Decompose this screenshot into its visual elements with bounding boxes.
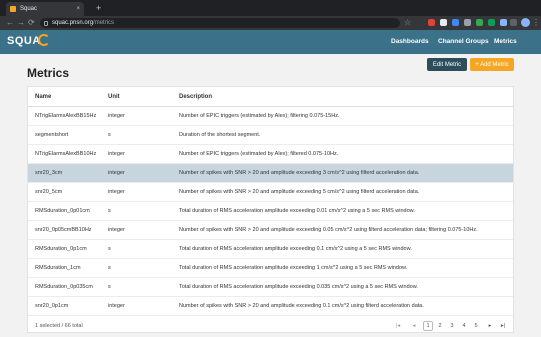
metric-name-cell: RMSduration_0p1cm	[35, 246, 87, 252]
metric-unit-cell: integer	[108, 227, 125, 233]
metric-name-cell: NTrigElarmsAlexBB15Hz	[35, 113, 97, 119]
extension-icon[interactable]	[476, 19, 483, 26]
metric-description-cell: Number of spikes with SNR > 20 and ampli…	[179, 170, 420, 176]
table-row[interactable]: snr20_5cm integer Number of spikes with SN…	[28, 183, 513, 202]
page-button[interactable]: 4	[459, 321, 469, 331]
extension-icon[interactable]	[428, 19, 435, 26]
page-button[interactable]: 2	[435, 321, 445, 331]
browser-tab[interactable]: Squac ×	[6, 2, 84, 16]
metric-name-cell: RMSduration_0p01cm	[35, 208, 90, 214]
metric-description-cell: Total duration of RMS acceleration ampli…	[179, 208, 415, 214]
address-bar: ← → ⟳ squac.pnsn.org /metrics ☆ ⋮	[0, 16, 541, 30]
profile-avatar[interactable]	[521, 18, 530, 27]
column-header-description[interactable]: Description	[179, 94, 212, 100]
tab-title: Squac	[20, 6, 38, 12]
table-row[interactable]: snr20_0p05cmBB10Hz integer Number of spike…	[28, 221, 513, 240]
next-page-icon[interactable]: ▸	[485, 321, 495, 331]
column-header-name[interactable]: Name	[35, 94, 51, 100]
metric-description-cell: Number of spikes with SNR > 20 and ampli…	[179, 189, 420, 195]
extension-icon[interactable]	[452, 19, 459, 26]
lock-icon	[44, 20, 48, 26]
metric-unit-cell: s	[108, 246, 111, 252]
metric-description-cell: Number of EPIC triggers (estimated by Al…	[179, 151, 339, 157]
metric-description-cell: Total duration of RMS acceleration ampli…	[179, 246, 412, 252]
close-tab-icon[interactable]: ×	[76, 6, 80, 12]
table-row[interactable]: RMSduration_0p01cm s Total duration of RMS…	[28, 202, 513, 221]
metrics-table: Name Unit Description NTrigElarmsAlexBB1…	[27, 86, 514, 333]
metric-name-cell: RMSduration_1cm	[35, 265, 81, 271]
extension-icon[interactable]	[510, 19, 517, 26]
prev-page-icon[interactable]: ◂	[409, 321, 419, 331]
metric-unit-cell: integer	[108, 303, 125, 309]
table-row[interactable]: RMSduration_0p1cm s Total duration of RMS …	[28, 240, 513, 259]
back-icon[interactable]: ←	[6, 17, 14, 29]
reload-icon[interactable]: ⟳	[28, 17, 35, 29]
metric-name-cell: segmentshort	[35, 132, 69, 138]
first-page-icon[interactable]: |◂	[393, 321, 403, 331]
metric-description-cell: Total duration of RMS acceleration ampli…	[179, 284, 418, 290]
url-input[interactable]: squac.pnsn.org /metrics	[40, 18, 400, 28]
add-metric-button[interactable]: + Add Metric	[470, 58, 514, 71]
metric-description-cell: Duration of the shortest segment.	[179, 132, 261, 138]
metric-name-cell: RMSduration_0p035cm	[35, 284, 93, 290]
metric-name-cell: snr20_3cm	[35, 170, 63, 176]
nav-metrics[interactable]: Metrics	[494, 38, 517, 45]
table-row[interactable]: NTrigElarmsAlexBB15Hz integer Number of EP…	[28, 107, 513, 126]
forward-icon[interactable]: →	[17, 17, 25, 29]
metric-name-cell: snr20_0p05cmBB10Hz	[35, 227, 92, 233]
favicon-icon	[10, 6, 16, 12]
metric-name-cell: snr20_5cm	[35, 189, 63, 195]
table-row[interactable]: NTrigElarmsAlexBB10Hz integer Number of EP…	[28, 145, 513, 164]
metric-unit-cell: integer	[108, 113, 125, 119]
metric-unit-cell: s	[108, 208, 111, 214]
table-header: Name Unit Description	[28, 87, 513, 107]
page-button[interactable]: 1	[423, 321, 433, 331]
extension-icon[interactable]	[440, 19, 447, 26]
metric-unit-cell: integer	[108, 170, 125, 176]
metric-unit-cell: s	[108, 132, 111, 138]
metric-description-cell: Number of spikes with SNR > 20 and ampli…	[179, 227, 478, 233]
metric-name-cell: snr20_0p1cm	[35, 303, 69, 309]
table-row[interactable]: segmentshort s Duration of the shortest se…	[28, 126, 513, 145]
url-host: squac.pnsn.org	[52, 20, 94, 26]
app-navbar: SQUA Dashboards Channel Groups Metrics	[0, 30, 541, 54]
new-tab-button[interactable]: +	[96, 3, 101, 13]
extension-icon[interactable]	[488, 19, 495, 26]
table-footer: 1 selected / 66 total |◂ ◂ 1 2 3 4 5 ▸ ▸…	[28, 318, 513, 334]
table-row[interactable]: RMSduration_1cm s Total duration of RMS ac…	[28, 259, 513, 278]
page-button[interactable]: 3	[447, 321, 457, 331]
metric-description-cell: Total duration of RMS acceleration ampli…	[179, 265, 408, 271]
table-row[interactable]: snr20_3cm integer Number of spikes with SN…	[28, 164, 513, 183]
metric-unit-cell: s	[108, 284, 111, 290]
url-path: /metrics	[93, 20, 115, 26]
metric-description-cell: Number of EPIC triggers (estimated by Al…	[179, 113, 340, 119]
metric-unit-cell: integer	[108, 189, 125, 195]
metric-name-cell: NTrigElarmsAlexBB10Hz	[35, 151, 97, 157]
table-row[interactable]: snr20_0p1cm integer Number of spikes with …	[28, 297, 513, 316]
extension-icon[interactable]	[464, 19, 471, 26]
edit-metric-button[interactable]: Edit Metric	[427, 58, 467, 71]
app-logo[interactable]: SQUA	[7, 35, 41, 47]
last-page-icon[interactable]: ▸|	[498, 321, 508, 331]
bookmark-star-icon[interactable]: ☆	[404, 17, 411, 29]
metric-unit-cell: s	[108, 265, 111, 271]
selection-status: 1 selected / 66 total	[35, 323, 83, 329]
extension-icon[interactable]	[500, 19, 507, 26]
metric-unit-cell: integer	[108, 151, 125, 157]
nav-dashboards[interactable]: Dashboards	[391, 38, 429, 45]
page-title: Metrics	[27, 66, 70, 80]
browser-menu-icon[interactable]: ⋮	[532, 17, 540, 29]
table-row[interactable]: RMSduration_0p035cm s Total duration of RM…	[28, 278, 513, 297]
nav-channel-groups[interactable]: Channel Groups	[438, 38, 489, 45]
logo-mark-icon	[38, 34, 50, 46]
metric-description-cell: Number of spikes with SNR > 20 and ampli…	[179, 303, 424, 309]
browser-tab-bar: Squac × +	[0, 0, 541, 16]
page-button[interactable]: 5	[471, 321, 481, 331]
column-header-unit[interactable]: Unit	[108, 94, 120, 100]
